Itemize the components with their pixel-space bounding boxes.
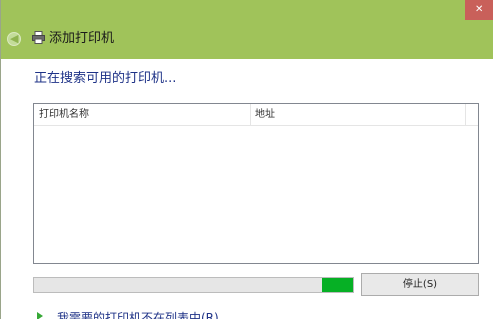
search-progress-bar (33, 277, 354, 293)
close-button[interactable]: ✕ (465, 0, 493, 20)
back-arrow-icon: ◀ (10, 32, 19, 45)
column-header-address[interactable]: 地址 (255, 108, 275, 122)
printer-not-listed-link-text[interactable]: 我需要的打印机不在列表中(R) (57, 310, 219, 319)
dialog-title: 添加打印机 (49, 31, 115, 46)
arrow-right-icon (37, 312, 43, 319)
printer-list[interactable]: 打印机名称 地址 (33, 103, 479, 264)
column-divider[interactable] (465, 104, 466, 125)
back-button[interactable]: ◀ (7, 32, 21, 46)
column-header-printer-name[interactable]: 打印机名称 (39, 108, 89, 122)
close-icon: ✕ (475, 4, 484, 15)
column-divider[interactable] (250, 104, 251, 125)
progress-bar-fill (322, 278, 353, 292)
searching-status-text: 正在搜索可用的打印机... (34, 71, 177, 86)
list-header: 打印机名称 地址 (34, 104, 478, 126)
printer-icon (32, 31, 45, 44)
add-printer-window: ✕ ◀ 添加打印机 正在搜索可用的打印机... 打印机名称 地址 停止(S) 我… (0, 0, 493, 319)
stop-button[interactable]: 停止(S) (361, 273, 479, 296)
title-bar: ✕ ◀ 添加打印机 (1, 0, 493, 59)
